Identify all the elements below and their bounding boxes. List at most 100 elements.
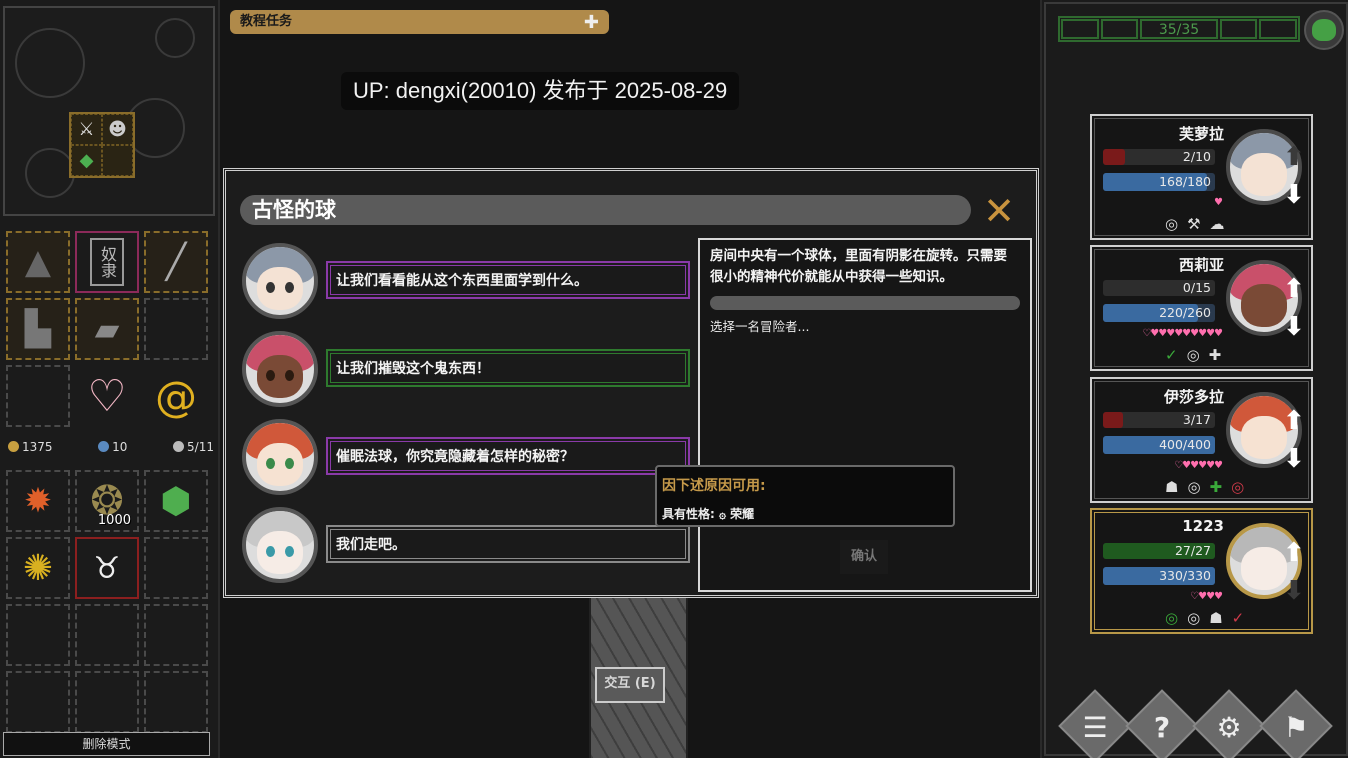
move-down-arrow-icon[interactable]: ⬇	[1278, 312, 1310, 342]
green-gem-icon: ◆	[71, 145, 102, 176]
sanity-bar: 400/400	[1103, 436, 1215, 454]
hp-bar-fill	[1103, 149, 1126, 165]
heart-slot[interactable]: ♡	[75, 365, 139, 427]
tools-trait-icon: ⚒	[1187, 215, 1201, 233]
delete-mode-button[interactable]: 删除模式	[3, 732, 210, 756]
event-description-panel: 房间中央有一个球体，里面有阴影在旋转。只需要很小的精神代价就能从中获得一些知识。…	[698, 238, 1032, 592]
hero-portrait	[242, 507, 318, 583]
bracer-slot[interactable]: ▰	[75, 298, 139, 360]
choice-button[interactable]: 让我们看看能从这个东西里面学到什么。	[326, 261, 690, 299]
empty-inventory-slot[interactable]	[75, 671, 139, 733]
green-stone-slot[interactable]: ⬢	[144, 470, 208, 532]
bar-segment	[1219, 19, 1258, 39]
move-up-arrow-icon[interactable]: ⬆	[1278, 142, 1310, 172]
bar-segment	[1100, 19, 1139, 39]
red-checkmark-trait-icon: ✓	[1231, 609, 1245, 627]
move-up-arrow-icon[interactable]: ⬆	[1278, 406, 1310, 436]
boots-slot[interactable]: ▙	[6, 298, 70, 360]
spiral-trait-icon: ◎	[1187, 609, 1201, 627]
empty-equipment-slot[interactable]	[6, 365, 70, 427]
capacity-counter: 5/11	[173, 440, 214, 458]
hero-name: 1223	[1182, 517, 1224, 535]
choice-row: 催眠法球，你究竟隐藏着怎样的秘密？	[242, 419, 692, 495]
affection-hearts: ♡♥♥♥♥♥	[1174, 460, 1223, 471]
empty-inventory-slot[interactable]	[6, 671, 70, 733]
slime-head-icon[interactable]	[1304, 10, 1344, 50]
slave-tag-slot[interactable]: 奴隶	[75, 231, 139, 293]
green-target-trait-icon: ◎	[1165, 609, 1179, 627]
flag-icon[interactable]: ⚑	[1268, 706, 1324, 750]
choice-button[interactable]: 让我们摧毁这个鬼东西！	[326, 349, 690, 387]
trait-icons: ◎ ◎ ☗ ✓	[1165, 609, 1244, 627]
armor-slot[interactable]: ▲	[6, 231, 70, 293]
quest-panel-header[interactable]: 教程任务 ✚	[230, 10, 609, 34]
help-icon[interactable]: ?	[1134, 706, 1190, 750]
hero-portrait	[242, 331, 318, 407]
empty-inventory-slot[interactable]	[144, 671, 208, 733]
affection-hearts: ♡♥♥♥	[1190, 591, 1223, 602]
hero-card[interactable]: 西莉亚 0/15 220/260 ♡♥♥♥♥♥♥♥♥♥ ✓ ◎ ✚	[1090, 245, 1313, 371]
interact-button[interactable]: 交互 (E)	[595, 667, 665, 703]
choice-row: 让我们看看能从这个东西里面学到什么。	[242, 243, 692, 319]
hero-card[interactable]: 芙萝拉 2/10 168/180 ♥ ◎ ⚒ ☁	[1090, 114, 1313, 240]
move-icon[interactable]: ✚	[584, 11, 599, 35]
empty-inventory-slot[interactable]	[75, 604, 139, 666]
gold-counter: 1375	[8, 440, 53, 458]
hp-bar-fill	[1103, 412, 1124, 428]
list-icon[interactable]: ☰	[1067, 706, 1123, 750]
availability-tooltip: 因下述原因可用: 具有性格: ۞ 荣耀	[655, 465, 955, 527]
hero-card[interactable]: 伊莎多拉 3/17 400/400 ♡♥♥♥♥♥ ☗ ◎ ✚ ◎	[1090, 377, 1313, 503]
fire-emblem-slot[interactable]: ✹	[6, 470, 70, 532]
gem-counter: 10	[98, 440, 127, 458]
day-counter: 35/35	[1140, 19, 1218, 39]
sword-slot[interactable]: ╱	[144, 231, 208, 293]
coin-stack-slot[interactable]: ❂ 1000	[75, 470, 139, 532]
empty-inventory-slot[interactable]	[144, 537, 208, 599]
trait-icons: ☗ ◎ ✚ ◎	[1165, 478, 1244, 496]
hero-portrait	[242, 243, 318, 319]
green-stone-icon: ⬢	[160, 480, 192, 522]
hero-head-icon: ☻	[102, 114, 133, 145]
empty-equipment-slot[interactable]	[144, 298, 208, 360]
move-down-arrow-icon[interactable]: ⬇	[1278, 180, 1310, 210]
spiral-slot[interactable]: @	[144, 365, 208, 427]
figure-trait-icon: ☗	[1209, 609, 1223, 627]
sword-icon: ╱	[165, 242, 187, 282]
empty-inventory-slot[interactable]	[144, 604, 208, 666]
settings-icon[interactable]: ⚙	[1201, 706, 1257, 750]
heart-icon: ♡	[87, 370, 127, 422]
checkmark-trait-icon: ✓	[1165, 346, 1178, 364]
resource-bar: 1375 10 5/11	[8, 440, 214, 458]
event-title: 古怪的球	[240, 195, 971, 225]
left-panel: ⚔ ☻ ◆ ▲ 奴隶 ╱ ▙ ▰ ♡ @ 1375 10 5/11 ✹ ❂ 100…	[0, 0, 220, 758]
bag-icon	[173, 441, 185, 452]
move-up-arrow-icon[interactable]: ⬆	[1278, 538, 1310, 568]
move-down-arrow-icon[interactable]: ⬇	[1278, 444, 1310, 474]
boots-icon: ▙	[24, 309, 52, 349]
event-description: 房间中央有一个球体，里面有阴影在旋转。只需要很小的精神代价就能从中获得一些知识。	[710, 248, 1007, 285]
holy-sigil-icon: ✺	[22, 547, 54, 589]
hero-card-selected[interactable]: 1223 27/27 330/330 ♡♥♥♥ ◎ ◎ ☗ ✓	[1090, 508, 1313, 634]
quest-panel-title: 教程任务	[240, 14, 293, 29]
confirm-button[interactable]: 确认	[840, 540, 888, 574]
hero-portrait	[242, 419, 318, 495]
target-trait-icon: ◎	[1165, 215, 1179, 233]
upload-watermark: UP: dengxi(20010) 发布于 2025-08-29	[341, 72, 740, 110]
event-dialog: 古怪的球 ✕ 让我们看看能从这个东西里面学到什么。 让我们摧毁这个鬼东西！ 催眠…	[223, 168, 1039, 598]
lingerie-slot[interactable]: ♉	[75, 537, 139, 599]
choice-button[interactable]: 催眠法球，你究竟隐藏着怎样的秘密？	[326, 437, 690, 475]
fire-emblem-icon: ✹	[23, 481, 53, 521]
choice-label: 我们走吧。	[330, 529, 686, 559]
choice-row: 让我们摧毁这个鬼东西！	[242, 331, 692, 407]
move-down-arrow-icon[interactable]: ⬇	[1278, 576, 1310, 606]
current-room[interactable]: ⚔ ☻ ◆	[69, 112, 135, 178]
figure-trait-icon: ☗	[1165, 478, 1179, 496]
choice-row: 我们走吧。	[242, 507, 692, 583]
red-target-trait-icon: ◎	[1231, 478, 1245, 496]
choice-button[interactable]: 我们走吧。	[326, 525, 690, 563]
minimap[interactable]: ⚔ ☻ ◆	[3, 6, 215, 216]
move-up-arrow-icon[interactable]: ⬆	[1278, 274, 1310, 304]
empty-inventory-slot[interactable]	[6, 604, 70, 666]
close-icon[interactable]: ✕	[979, 191, 1019, 231]
holy-sigil-slot[interactable]: ✺	[6, 537, 70, 599]
